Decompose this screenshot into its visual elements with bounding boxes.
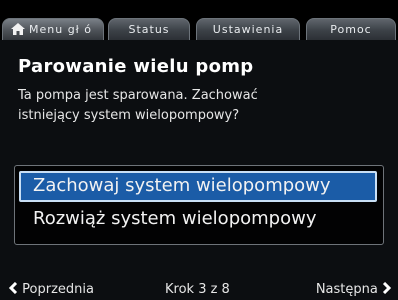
next-button[interactable]: Następna (316, 282, 392, 297)
chevron-right-icon (382, 282, 392, 294)
tab-main-menu-label: Menu gł ó (29, 23, 93, 36)
screen: Menu gł ó Status Ustawienia Pomoc Parowa… (0, 0, 398, 300)
footer-nav: Poprzednia Krok 3 z 8 Następna (0, 280, 398, 300)
previous-button[interactable]: Poprzednia (8, 282, 94, 297)
previous-label: Poprzednia (22, 282, 94, 297)
option-dissolve-multipump-system[interactable]: Rozwiąż system wielopompowy (19, 204, 377, 235)
tab-main-menu[interactable]: Menu gł ó (2, 18, 104, 40)
chevron-left-icon (8, 282, 18, 294)
tab-help-label: Pomoc (330, 23, 372, 36)
options-list: Zachowaj system wielopompowy Rozwiąż sys… (14, 165, 384, 245)
tab-settings-label: Ustawienia (212, 23, 284, 36)
tab-status[interactable]: Status (108, 18, 190, 40)
step-indicator: Krok 3 z 8 (165, 282, 230, 297)
page-title: Parowanie wielu pomp (18, 56, 254, 77)
content-panel: Parowanie wielu pomp Ta pompa jest sparo… (0, 40, 398, 300)
tab-settings[interactable]: Ustawienia (196, 18, 300, 40)
option-keep-multipump-system[interactable]: Zachowaj system wielopompowy (19, 171, 377, 202)
page-description: Ta pompa jest sparowana. Zachować istnie… (18, 86, 378, 126)
description-line-2: istniejący system wielopompowy? (18, 108, 240, 123)
description-line-1: Ta pompa jest sparowana. Zachować (18, 88, 258, 103)
home-icon (11, 23, 25, 35)
tab-status-label: Status (128, 23, 170, 36)
next-label: Następna (315, 282, 378, 297)
tab-help[interactable]: Pomoc (306, 18, 396, 40)
tab-bar: Menu gł ó Status Ustawienia Pomoc (0, 0, 398, 40)
